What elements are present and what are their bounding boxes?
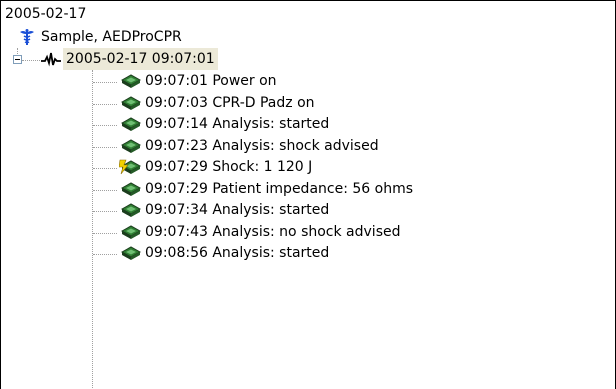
event-label: 09:07:01 Power on (145, 73, 277, 89)
aed-device-icon (119, 95, 142, 111)
tree-node-patient[interactable]: Sample, AEDProCPR (17, 26, 317, 48)
event-label: 09:07:03 CPR-D Padz on (145, 94, 315, 111)
ecg-waveform-icon (41, 51, 61, 67)
tree-node-event[interactable]: 09:07:29 Patient impedance: 56 ohms (119, 178, 413, 200)
tree-connector (93, 189, 117, 191)
tree-node-event[interactable]: 09:07:34 Analysis: started (119, 199, 329, 221)
aed-device-icon (119, 138, 142, 154)
tree-node-event[interactable]: 09:08:56 Analysis: started (119, 242, 329, 264)
aed-device-icon (119, 245, 142, 261)
tree-node-event[interactable]: 09:07:29 Shock: 1 120 J (118, 156, 313, 178)
event-label: 09:07:29 Shock: 1 120 J (145, 159, 313, 175)
caduceus-icon (17, 29, 37, 45)
tree-connector (93, 103, 117, 105)
tree-node-event[interactable]: 09:07:23 Analysis: shock advised (119, 135, 379, 157)
aed-device-icon (119, 116, 142, 132)
tree-node-event[interactable]: 09:07:43 Analysis: no shock advised (119, 221, 401, 243)
aed-device-icon (119, 202, 142, 218)
tree-connector (22, 60, 40, 61)
aed-shock-icon (118, 159, 142, 175)
event-tree-view[interactable]: 2005-02-17 Sample, AEDProCPR 2005-02-17 … (0, 0, 616, 389)
tree-connector (93, 168, 117, 169)
tree-connector (17, 48, 18, 54)
event-label: 09:08:56 Analysis: started (145, 245, 330, 261)
tree-connector (93, 125, 117, 126)
tree-node-event[interactable]: 09:07:03 CPR-D Padz on (119, 92, 315, 114)
tree-connector (93, 254, 117, 255)
aed-device-icon (119, 73, 142, 89)
aed-device-icon (119, 224, 142, 240)
tree-connector (93, 211, 117, 212)
aed-device-icon (119, 181, 142, 197)
event-label: 09:07:14 Analysis: started (145, 116, 330, 132)
event-label: 09:07:43 Analysis: no shock advised (145, 223, 401, 240)
patient-label: Sample, AEDProCPR (41, 29, 182, 45)
tree-node-event[interactable]: 09:07:01 Power on (119, 70, 277, 92)
tree-connector (92, 70, 93, 389)
tree-node-event[interactable]: 09:07:14 Analysis: started (119, 113, 329, 135)
tree-root-date[interactable]: 2005-02-17 (5, 3, 86, 25)
tree-connector (93, 146, 117, 148)
tree-node-session[interactable]: 2005-02-17 09:07:01 (41, 48, 218, 70)
collapse-toggle-icon[interactable] (13, 55, 22, 64)
tree-connector (93, 82, 117, 83)
tree-connector (93, 232, 117, 234)
event-label: 09:07:29 Patient impedance: 56 ohms (145, 180, 414, 197)
date-header-label: 2005-02-17 (5, 6, 87, 22)
event-label: 09:07:23 Analysis: shock advised (145, 137, 379, 154)
session-label: 2005-02-17 09:07:01 (63, 48, 218, 70)
event-label: 09:07:34 Analysis: started (145, 202, 330, 218)
